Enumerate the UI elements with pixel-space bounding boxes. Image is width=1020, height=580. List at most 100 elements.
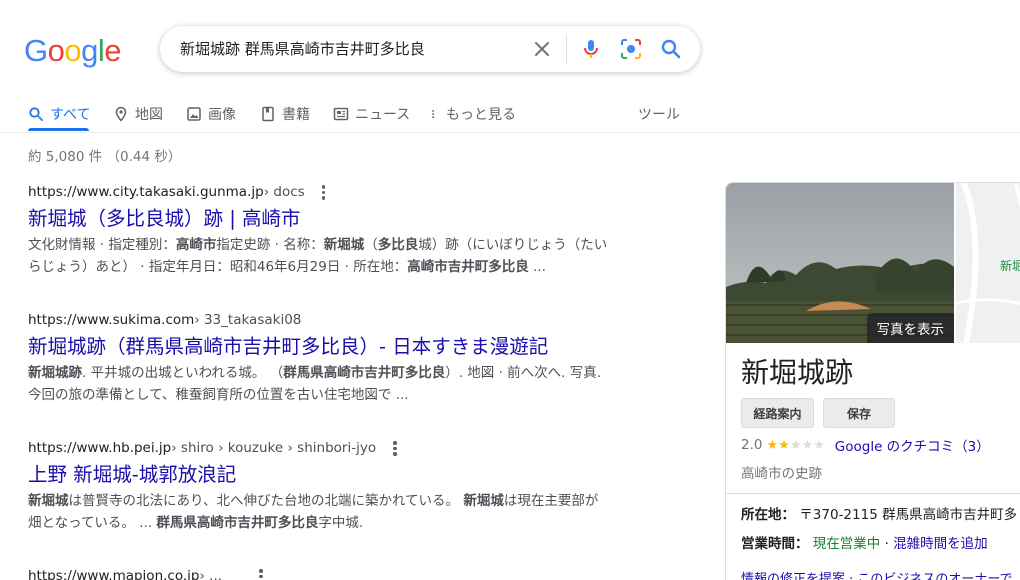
hours-row: 営業時間： 現在営業中 · 混雑時間を追加: [741, 532, 988, 552]
result-url[interactable]: https://www.mapion.co.jp › ...: [28, 566, 638, 580]
snippet-text: （: [364, 237, 378, 253]
snippet-text: 畑となっている。 ...: [28, 515, 157, 531]
book-icon: [262, 106, 274, 122]
more-options-icon[interactable]: [315, 183, 333, 201]
result-stats: 約 5,080 件 （0.44 秒）: [28, 149, 182, 165]
suggest-edit-link[interactable]: 情報の修正を提案 · このビジネスのオーナーで: [741, 568, 1013, 580]
rating-value: 2.0: [741, 437, 763, 453]
tab-label: 画像: [208, 107, 236, 123]
header-divider: [0, 132, 1020, 133]
rating-stars-icon: ★★★★★: [766, 437, 825, 453]
result-url[interactable]: https://www.city.takasaki.gunma.jp › doc…: [28, 182, 638, 202]
snippet-text: は普賢寺の北法にあり、北へ伸びた台地の北端に築かれている。: [68, 493, 464, 509]
image-icon: [187, 107, 201, 121]
snippet-text: 字中城.: [318, 515, 364, 531]
result-snippet: 文化財情報 · 指定種別：高崎市指定史跡 · 名称：新堀城（多比良城）跡（にいぼ…: [28, 234, 638, 278]
snippet-text: . 平井城の出城といわれる城。 （: [82, 365, 284, 381]
result-path: › docs: [263, 184, 305, 200]
snippet-text: ）. 地図 · 前へ次へ. 写真.: [445, 365, 602, 381]
knowledge-panel: 写真を表示 新堀 新堀城跡 経路案内 保存 2.0 ★★★★★ Google の…: [725, 182, 1020, 580]
result-title[interactable]: 新堀城（多比良城）跡 | 高崎市: [28, 206, 638, 232]
search-input[interactable]: 新堀城跡 群馬県高崎市吉井町多比良: [180, 39, 425, 59]
search-box[interactable]: 新堀城跡 群馬県高崎市吉井町多比良: [160, 26, 700, 72]
result-site: https://www.city.takasaki.gunma.jp: [28, 184, 264, 200]
logo-letter: g: [81, 33, 98, 68]
result-url[interactable]: https://www.hb.pei.jp › shiro › kouzuke …: [28, 438, 638, 458]
result-path: › ...: [199, 568, 223, 580]
hours-label: 営業時間：: [741, 536, 809, 552]
result-site: https://www.mapion.co.jp: [28, 568, 200, 580]
search-divider: [566, 35, 567, 63]
reviews-link[interactable]: Google のクチコミ（3）: [835, 435, 990, 455]
more-options-icon[interactable]: [386, 439, 404, 457]
tab-label: もっと見る: [446, 107, 516, 123]
tools-button[interactable]: ツール: [638, 100, 680, 128]
tools-label: ツール: [638, 107, 680, 123]
snippet-highlight: 新堀城: [323, 237, 365, 253]
camera-lens-icon[interactable]: [619, 37, 643, 61]
snippet-text: 城）跡（にいぼりじょう（たい: [418, 237, 608, 253]
tab-label: すべて: [50, 107, 91, 123]
tab-label: ニュース: [355, 107, 411, 123]
open-status[interactable]: 現在営業中: [813, 536, 881, 552]
snippet-highlight: 群馬県高崎市吉井町多比良: [283, 365, 446, 381]
logo-letter: G: [24, 33, 48, 68]
snippet-highlight: 新堀城: [463, 493, 504, 509]
add-busy-times-link[interactable]: 混雑時間を追加: [893, 536, 988, 552]
microphone-icon[interactable]: [579, 37, 603, 61]
result-site: https://www.hb.pei.jp: [28, 440, 172, 456]
snippet-text: らじょう）あと） · 指定年月日：昭和46年6月29日 · 所在地：: [28, 259, 408, 275]
snippet-highlight: 群馬県高崎市吉井町多比良: [156, 515, 319, 531]
logo-letter: e: [104, 33, 122, 68]
search-result: https://www.mapion.co.jp › ...: [28, 566, 638, 580]
tab-label: 地図: [135, 107, 163, 123]
hours-separator: ·: [880, 536, 894, 552]
tab-more[interactable]: もっと見る: [430, 100, 516, 128]
search-result: https://www.city.takasaki.gunma.jp › doc…: [28, 182, 638, 278]
save-button[interactable]: 保存: [823, 398, 895, 428]
place-photo[interactable]: 写真を表示: [726, 183, 954, 343]
address-row: 所在地： 〒370-2115 群馬県高崎市吉井町多: [741, 503, 1017, 523]
panel-divider: [726, 493, 1020, 494]
snippet-highlight: 新堀城: [28, 493, 69, 509]
location-map[interactable]: 新堀: [956, 183, 1020, 343]
search-icon: [29, 107, 43, 121]
snippet-highlight: 新堀城跡: [28, 365, 82, 381]
result-path: › shiro › kouzuke › shinbori-jyo: [171, 440, 377, 456]
snippet-text: ...: [528, 259, 546, 275]
snippet-highlight: 高崎市吉井町多比良: [407, 259, 529, 275]
result-url[interactable]: https://www.sukima.com › 33_takasaki08: [28, 310, 638, 330]
result-title[interactable]: 上野 新堀城-城郭放浪記: [28, 462, 638, 488]
tab-books[interactable]: 書籍: [260, 100, 310, 128]
clear-icon[interactable]: [530, 37, 554, 61]
news-icon: [333, 107, 349, 121]
snippet-highlight: 多比良: [377, 237, 419, 253]
tab-all[interactable]: すべて: [28, 100, 90, 128]
logo-letter: o: [47, 33, 65, 68]
active-tab-indicator: [28, 128, 89, 131]
tab-news[interactable]: ニュース: [333, 100, 410, 128]
snippet-text: 文化財情報 · 指定種別：: [28, 237, 176, 253]
result-title[interactable]: 新堀城跡（群馬県高崎市吉井町多比良）- 日本すきま漫遊記: [28, 334, 638, 360]
place-category: 高崎市の史跡: [741, 466, 822, 482]
address-value: 〒370-2115 群馬県高崎市吉井町多: [799, 507, 1018, 523]
google-logo[interactable]: Google: [24, 33, 122, 69]
tab-label: 書籍: [282, 107, 310, 123]
place-title: 新堀城跡: [741, 356, 854, 389]
directions-button[interactable]: 経路案内: [741, 398, 814, 428]
search-tabs: すべて 地図 画像 書籍 ニュース もっと見る ツール: [0, 96, 1020, 132]
more-options-icon[interactable]: [252, 567, 270, 580]
logo-letter: o: [64, 33, 82, 68]
search-result: https://www.hb.pei.jp › shiro › kouzuke …: [28, 438, 638, 534]
search-result: https://www.sukima.com › 33_takasaki08 新…: [28, 310, 638, 406]
show-photos-button[interactable]: 写真を表示: [866, 313, 954, 343]
result-snippet: 新堀城は普賢寺の北法にあり、北へ伸びた台地の北端に築かれている。 新堀城は現在主…: [28, 490, 638, 534]
search-icon[interactable]: [659, 37, 683, 61]
snippet-highlight: 高崎市: [175, 237, 217, 253]
tab-images[interactable]: 画像: [186, 100, 236, 128]
tab-maps[interactable]: 地図: [113, 100, 163, 128]
snippet-text: は現在主要部が: [503, 493, 599, 509]
more-vert-icon: [432, 109, 435, 119]
map-pin-icon: [115, 106, 127, 122]
snippet-text: 指定史跡 · 名称：: [216, 237, 324, 253]
